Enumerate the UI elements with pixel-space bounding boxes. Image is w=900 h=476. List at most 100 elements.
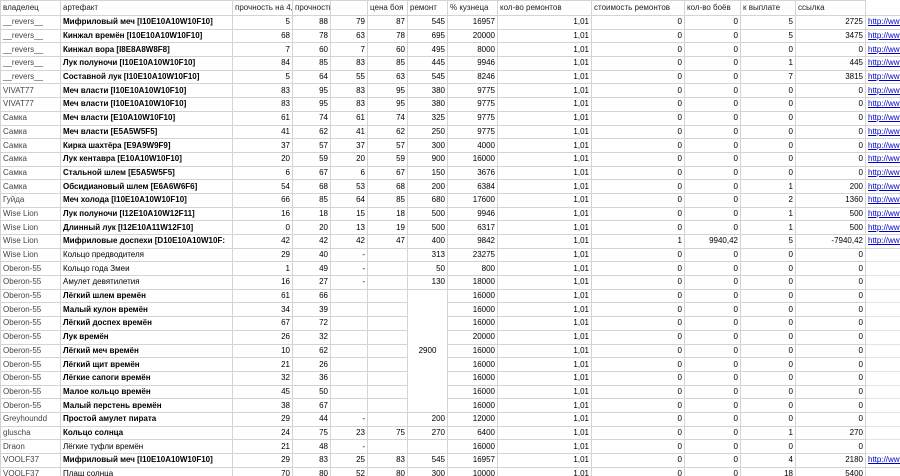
durability-max-cell[interactable]: 39 (292, 302, 331, 318)
fight-price-cell[interactable]: 313 (407, 247, 448, 263)
repair-cell[interactable]: 16000 (447, 343, 498, 359)
durability-prev-max-cell[interactable]: 63 (367, 69, 408, 85)
link-cell[interactable]: http://www.heroeswm (865, 28, 900, 44)
smith-pct-cell[interactable]: 1,01 (497, 453, 592, 468)
link-cell[interactable] (865, 247, 900, 263)
durability-current-cell[interactable]: 21 (232, 357, 293, 372)
repair-count-cell[interactable]: 0 (591, 329, 685, 345)
durability-prev-cell[interactable] (330, 343, 368, 359)
durability-prev-cell[interactable] (330, 398, 368, 413)
link-cell[interactable] (865, 411, 900, 427)
durability-prev-max-cell[interactable] (367, 261, 408, 277)
repair-count-cell[interactable]: 0 (591, 247, 685, 263)
link-cell[interactable]: http://www.heroeswm (865, 83, 900, 99)
fight-count-cell[interactable]: 0 (740, 343, 796, 359)
fight-price-cell[interactable]: 130 (407, 275, 448, 290)
fight-count-cell[interactable]: 0 (740, 288, 796, 304)
fight-count-cell[interactable]: 1 (740, 179, 796, 194)
repair-cost-cell[interactable]: 0 (684, 165, 741, 181)
repair-cell[interactable]: 9946 (447, 206, 498, 222)
fight-count-cell[interactable]: 0 (740, 398, 796, 413)
repair-cell[interactable]: 16000 (447, 398, 498, 413)
durability-current-cell[interactable]: 21 (232, 439, 293, 454)
durability-prev-max-cell[interactable] (367, 357, 408, 372)
artifact-cell[interactable]: Лук времён (60, 329, 233, 345)
smith-pct-cell[interactable]: 1,01 (497, 288, 592, 304)
durability-current-cell[interactable]: 20 (232, 151, 293, 167)
durability-max-cell[interactable]: 68 (292, 179, 331, 194)
smith-pct-cell[interactable]: 1,01 (497, 234, 592, 249)
owner-cell[interactable]: __revers__ (0, 15, 61, 30)
artifact-cell[interactable]: Меч власти [I10E10A10W10F10] (60, 83, 233, 99)
repair-count-cell[interactable]: 0 (591, 15, 685, 30)
durability-current-cell[interactable]: 29 (232, 247, 293, 263)
smith-pct-cell[interactable]: 1,01 (497, 343, 592, 359)
durability-max-cell[interactable]: 88 (292, 15, 331, 30)
durability-prev-max-cell[interactable]: 78 (367, 28, 408, 44)
fight-price-cell[interactable]: 545 (407, 69, 448, 85)
durability-current-cell[interactable]: 5 (232, 69, 293, 85)
owner-cell[interactable]: Oberon-55 (0, 357, 61, 372)
durability-max-cell[interactable]: 49 (292, 261, 331, 277)
repair-count-cell[interactable]: 0 (591, 138, 685, 153)
smith-pct-cell[interactable]: 1,01 (497, 165, 592, 181)
repair-cost-cell[interactable]: 0 (684, 288, 741, 304)
payout-cell[interactable]: 2725 (795, 15, 866, 30)
link-cell[interactable]: http://www.heroeswm (865, 42, 900, 58)
payout-cell[interactable]: 3815 (795, 69, 866, 85)
repair-cell[interactable]: 9842 (447, 234, 498, 249)
durability-prev-cell[interactable]: 64 (330, 192, 368, 208)
durability-prev-cell[interactable]: 61 (330, 110, 368, 126)
fight-price-cell[interactable]: 300 (407, 138, 448, 153)
repair-cost-cell[interactable]: 0 (684, 316, 741, 331)
fight-price-cell[interactable]: 500 (407, 220, 448, 235)
artifact-cell[interactable]: Кольцо солнца (60, 425, 233, 441)
header-smith-pct[interactable]: % кузнеца (447, 0, 498, 16)
durability-prev-cell[interactable]: 41 (330, 124, 368, 140)
fight-price-cell[interactable]: 325 (407, 110, 448, 126)
owner-cell[interactable]: Draon (0, 439, 61, 454)
durability-prev-max-cell[interactable] (367, 411, 408, 427)
repair-count-cell[interactable]: 0 (591, 179, 685, 194)
durability-prev-cell[interactable] (330, 370, 368, 386)
artifact-cell[interactable]: Лёгкий меч времён (60, 343, 233, 359)
payout-cell[interactable]: 0 (795, 110, 866, 126)
fight-price-cell[interactable]: 900 (407, 151, 448, 167)
fight-price-cell[interactable]: 695 (407, 28, 448, 44)
durability-prev-max-cell[interactable]: 19 (367, 220, 408, 235)
payout-cell[interactable]: 0 (795, 83, 866, 99)
link-cell[interactable] (865, 302, 900, 318)
repair-count-cell[interactable]: 0 (591, 453, 685, 468)
repair-cost-cell[interactable]: 0 (684, 220, 741, 235)
link-cell[interactable]: http://www.heroeswm (865, 453, 900, 468)
repair-cell[interactable]: 9775 (447, 110, 498, 126)
artifact-cell[interactable]: Кольцо года Змеи (60, 261, 233, 277)
durability-prev-max-cell[interactable]: 75 (367, 425, 408, 441)
smith-pct-cell[interactable]: 1,01 (497, 28, 592, 44)
durability-max-cell[interactable]: 42 (292, 234, 331, 249)
durability-max-cell[interactable]: 83 (292, 453, 331, 468)
fight-count-cell[interactable]: 0 (740, 329, 796, 345)
smith-pct-cell[interactable]: 1,01 (497, 275, 592, 290)
repair-cost-cell[interactable]: 0 (684, 28, 741, 44)
link-cell[interactable]: http://www.heroeswm (865, 206, 900, 222)
durability-prev-cell[interactable]: 53 (330, 179, 368, 194)
fight-count-cell[interactable]: 0 (740, 384, 796, 400)
header-repair-count[interactable]: кол-во ремонтов (497, 0, 592, 16)
owner-cell[interactable]: Wise Lion (0, 247, 61, 263)
repair-cost-cell[interactable]: 0 (684, 425, 741, 441)
durability-current-cell[interactable]: 16 (232, 275, 293, 290)
repair-count-cell[interactable]: 0 (591, 220, 685, 235)
durability-current-cell[interactable]: 16 (232, 206, 293, 222)
payout-cell[interactable]: 1360 (795, 192, 866, 208)
durability-prev-cell[interactable]: 23 (330, 425, 368, 441)
fight-count-cell[interactable]: 5 (740, 15, 796, 30)
payout-cell[interactable]: 0 (795, 42, 866, 58)
link-cell[interactable] (865, 439, 900, 454)
durability-max-cell[interactable]: 50 (292, 384, 331, 400)
header-link[interactable]: ссылка (795, 0, 866, 16)
repair-cost-cell[interactable]: 0 (684, 206, 741, 222)
fight-count-cell[interactable]: 0 (740, 110, 796, 126)
durability-max-cell[interactable]: 32 (292, 329, 331, 345)
payout-cell[interactable]: 200 (795, 179, 866, 194)
